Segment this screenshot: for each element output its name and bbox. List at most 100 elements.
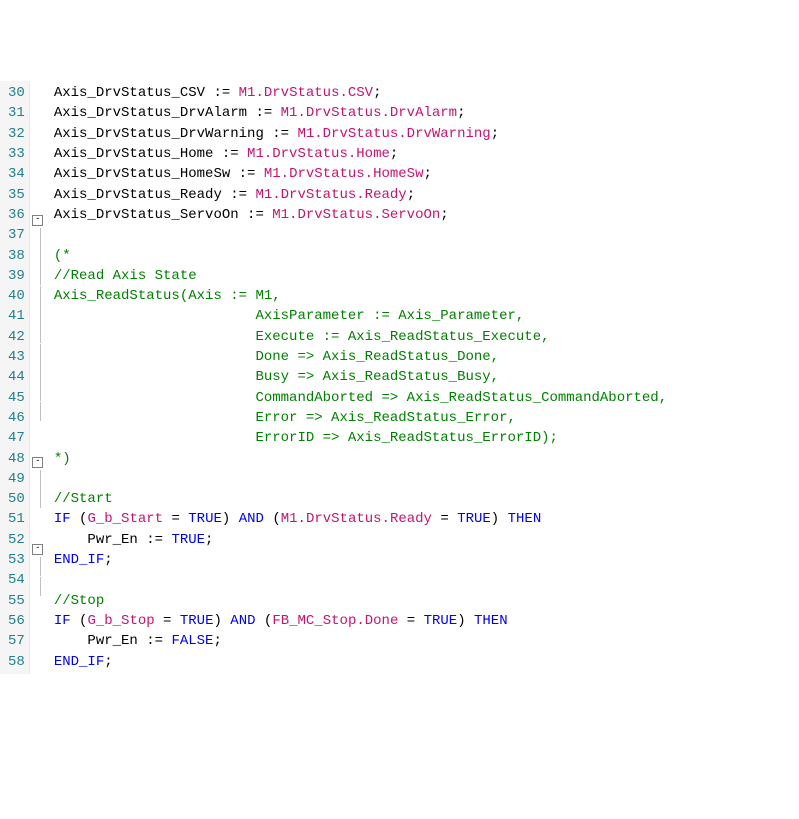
code-token: ; bbox=[390, 146, 398, 162]
code-token: G_b_Stop bbox=[87, 613, 154, 629]
code-line[interactable]: Axis_DrvStatus_HomeSw := M1.DrvStatus.Ho… bbox=[54, 164, 667, 184]
fold-guide-line bbox=[40, 228, 41, 247]
code-editor[interactable]: 3031323334353637383940414243444546474849… bbox=[0, 81, 799, 674]
code-line[interactable]: Error => Axis_ReadStatus_Error, bbox=[54, 408, 667, 428]
code-line[interactable]: Pwr_En := TRUE; bbox=[54, 530, 667, 550]
code-token: ( bbox=[256, 613, 273, 629]
code-token: TRUE bbox=[180, 613, 214, 629]
code-token: ) bbox=[213, 613, 230, 629]
code-token: //Start bbox=[54, 491, 113, 507]
code-line[interactable]: //Read Axis State bbox=[54, 266, 667, 286]
code-token: Axis_DrvStatus_ServoOn := bbox=[54, 207, 272, 223]
code-line[interactable]: Axis_ReadStatus(Axis := M1, bbox=[54, 286, 667, 306]
code-line[interactable]: Axis_DrvStatus_ServoOn := M1.DrvStatus.S… bbox=[54, 205, 667, 225]
fold-cell bbox=[32, 437, 44, 453]
fold-cell bbox=[32, 509, 44, 525]
code-line[interactable]: IF (G_b_Stop = TRUE) AND (FB_MC_Stop.Don… bbox=[54, 611, 667, 631]
code-token: Axis_DrvStatus_DrvWarning := bbox=[54, 126, 298, 142]
code-line[interactable]: //Stop bbox=[54, 591, 667, 611]
code-line[interactable]: Execute := Axis_ReadStatus_Execute, bbox=[54, 327, 667, 347]
code-line[interactable]: Axis_DrvStatus_CSV := M1.DrvStatus.CSV; bbox=[54, 83, 667, 103]
code-token: Execute := Axis_ReadStatus_Execute, bbox=[54, 329, 550, 345]
code-token: ) bbox=[491, 511, 508, 527]
fold-cell bbox=[32, 402, 44, 421]
code-line[interactable] bbox=[54, 469, 667, 489]
fold-cell bbox=[32, 266, 44, 285]
code-line[interactable]: END_IF; bbox=[54, 652, 667, 672]
code-token: CommandAborted => Axis_ReadStatus_Comman… bbox=[54, 390, 667, 406]
fold-cell: - bbox=[32, 211, 44, 228]
code-line[interactable]: //Start bbox=[54, 489, 667, 509]
code-token: TRUE bbox=[188, 511, 222, 527]
code-token: ( bbox=[264, 511, 281, 527]
code-area[interactable]: Axis_DrvStatus_CSV := M1.DrvStatus.CSV;A… bbox=[48, 81, 667, 674]
code-token: ; bbox=[205, 532, 213, 548]
fold-guide-line bbox=[40, 489, 41, 508]
code-token: ; bbox=[491, 126, 499, 142]
fold-guide-line bbox=[40, 305, 41, 324]
fold-cell bbox=[32, 421, 44, 437]
code-line[interactable]: *) bbox=[54, 449, 667, 469]
code-token: Axis_DrvStatus_Ready := bbox=[54, 187, 256, 203]
fold-cell bbox=[32, 286, 44, 305]
code-line[interactable] bbox=[54, 570, 667, 590]
code-token: G_b_Start bbox=[87, 511, 163, 527]
fold-cell bbox=[32, 115, 44, 131]
code-line[interactable]: Axis_DrvStatus_DrvWarning := M1.DrvStatu… bbox=[54, 124, 667, 144]
fold-toggle-icon[interactable]: - bbox=[32, 457, 43, 468]
code-token: (* bbox=[54, 248, 71, 264]
code-line[interactable]: Axis_DrvStatus_DrvAlarm := M1.DrvStatus.… bbox=[54, 103, 667, 123]
code-line[interactable]: Pwr_En := FALSE; bbox=[54, 631, 667, 651]
code-token: ; bbox=[407, 187, 415, 203]
fold-cell bbox=[32, 470, 44, 489]
code-line[interactable]: Axis_DrvStatus_Home := M1.DrvStatus.Home… bbox=[54, 144, 667, 164]
code-line[interactable]: ErrorID => Axis_ReadStatus_ErrorID); bbox=[54, 428, 667, 448]
line-number: 44 bbox=[8, 367, 25, 387]
code-token: ; bbox=[213, 633, 221, 649]
fold-toggle-icon[interactable]: - bbox=[32, 544, 43, 555]
code-line[interactable]: END_IF; bbox=[54, 550, 667, 570]
code-token: M1.DrvStatus.HomeSw bbox=[264, 166, 424, 182]
code-line[interactable]: (* bbox=[54, 246, 667, 266]
code-token: TRUE bbox=[171, 532, 205, 548]
line-number: 41 bbox=[8, 306, 25, 326]
fold-margin[interactable]: - - - bbox=[30, 81, 48, 598]
code-token: Axis_DrvStatus_Home := bbox=[54, 146, 247, 162]
code-token: //Stop bbox=[54, 593, 104, 609]
line-number: 45 bbox=[8, 388, 25, 408]
fold-guide-line bbox=[40, 402, 41, 421]
code-line[interactable]: Busy => Axis_ReadStatus_Busy, bbox=[54, 367, 667, 387]
code-line[interactable]: Axis_DrvStatus_Ready := M1.DrvStatus.Rea… bbox=[54, 185, 667, 205]
fold-cell bbox=[32, 247, 44, 266]
code-token: M1.DrvStatus.Home bbox=[247, 146, 390, 162]
code-token: = bbox=[432, 511, 457, 527]
code-line[interactable] bbox=[54, 225, 667, 245]
fold-cell: - bbox=[32, 453, 44, 470]
code-line[interactable]: AxisParameter := Axis_Parameter, bbox=[54, 306, 667, 326]
line-number: 33 bbox=[8, 144, 25, 164]
fold-guide-line bbox=[40, 557, 41, 576]
line-number: 48 bbox=[8, 449, 25, 469]
code-line[interactable]: IF (G_b_Start = TRUE) AND (M1.DrvStatus.… bbox=[54, 509, 667, 529]
fold-guide-line bbox=[40, 324, 41, 343]
fold-cell bbox=[32, 557, 44, 576]
code-token: ; bbox=[457, 105, 465, 121]
fold-cell bbox=[32, 179, 44, 195]
fold-cell bbox=[32, 344, 44, 363]
fold-cell bbox=[32, 577, 44, 596]
code-token: = bbox=[155, 613, 180, 629]
line-number: 50 bbox=[8, 489, 25, 509]
code-token: FB_MC_Stop.Done bbox=[272, 613, 398, 629]
code-token: Axis_ReadStatus(Axis := M1, bbox=[54, 288, 281, 304]
code-token: THEN bbox=[508, 511, 542, 527]
fold-cell: - bbox=[32, 540, 44, 557]
fold-cell bbox=[32, 525, 44, 541]
line-number: 35 bbox=[8, 185, 25, 205]
code-token: AND bbox=[230, 613, 255, 629]
fold-toggle-icon[interactable]: - bbox=[32, 215, 43, 226]
code-line[interactable]: Done => Axis_ReadStatus_Done, bbox=[54, 347, 667, 367]
line-number: 52 bbox=[8, 530, 25, 550]
code-line[interactable]: CommandAborted => Axis_ReadStatus_Comman… bbox=[54, 388, 667, 408]
line-number: 37 bbox=[8, 225, 25, 245]
fold-guide-line bbox=[40, 577, 41, 596]
